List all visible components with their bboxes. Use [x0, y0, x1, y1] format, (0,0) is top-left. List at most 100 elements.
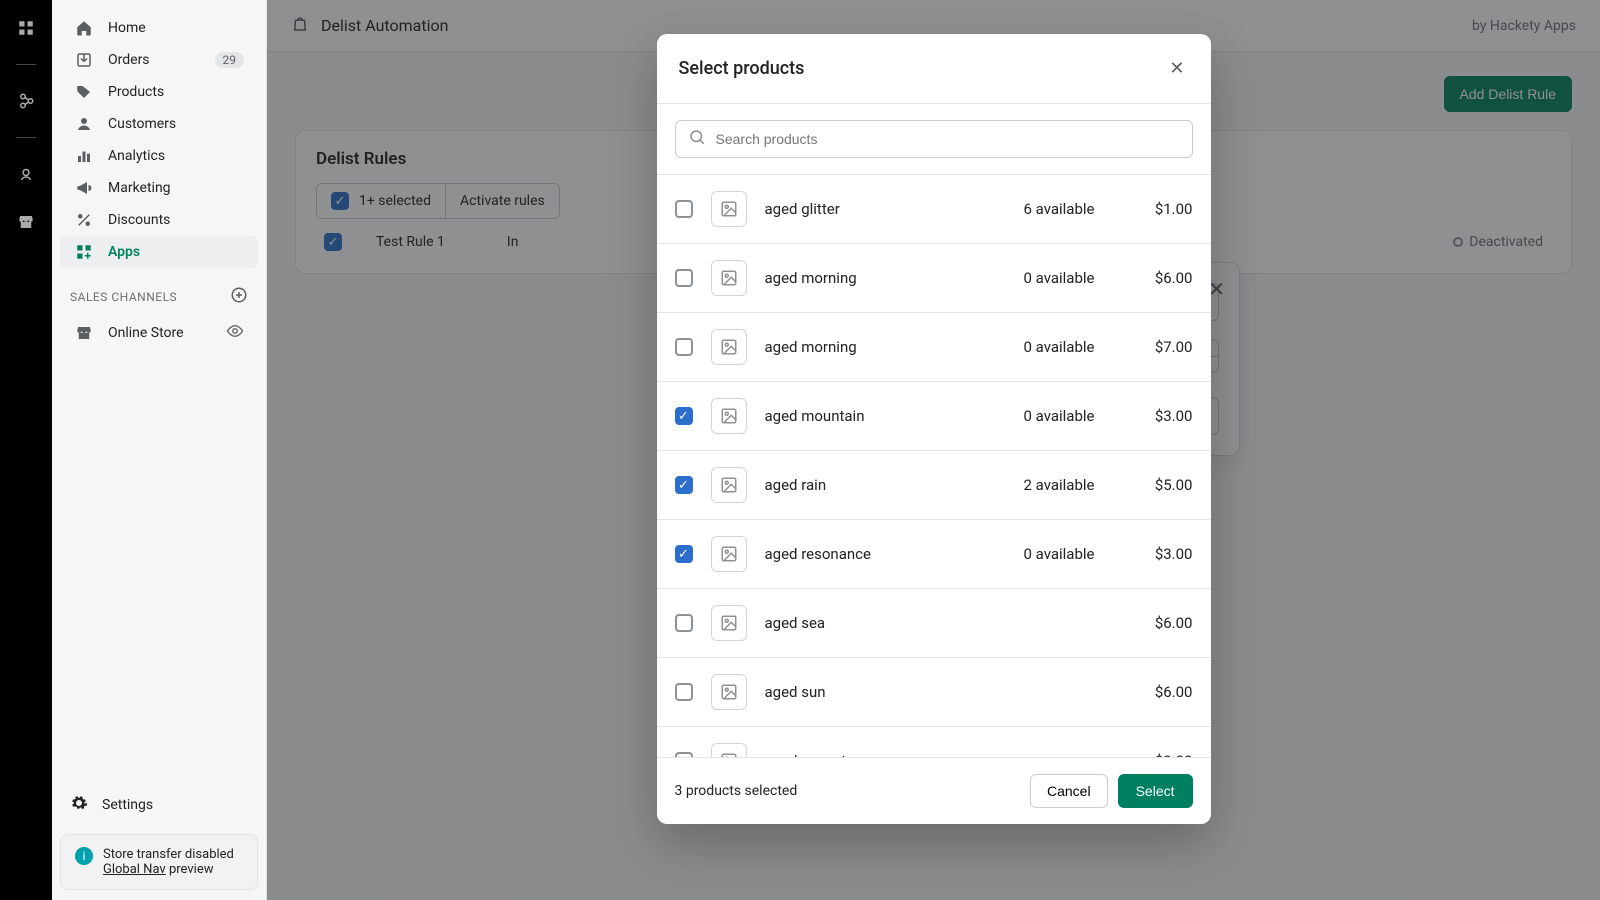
sidebar-item-label: Discounts	[108, 212, 170, 228]
sidebar-item-customers[interactable]: Customers	[60, 108, 258, 140]
tag-icon	[74, 83, 94, 101]
apps-icon	[74, 243, 94, 261]
image-placeholder-icon	[711, 467, 747, 503]
rail-globe-icon[interactable]	[14, 162, 38, 186]
product-list: aged glitter 6 available $1.00 aged morn…	[657, 174, 1211, 757]
sidebar-item-marketing[interactable]: Marketing	[60, 172, 258, 204]
search-products[interactable]	[675, 120, 1193, 158]
rail-grid-icon[interactable]	[14, 16, 38, 40]
megaphone-icon	[74, 179, 94, 197]
product-price: $3.00	[1113, 407, 1193, 425]
product-availability: 0 available	[995, 407, 1095, 425]
rail-store-icon[interactable]	[14, 210, 38, 234]
select-products-modal: Select products ✕ aged glitter 6 availab…	[657, 34, 1211, 824]
product-name: aged resonance	[765, 545, 871, 563]
sidebar-online-store[interactable]: Online Store	[60, 315, 258, 351]
image-placeholder-icon	[711, 398, 747, 434]
info-icon: i	[75, 847, 93, 865]
sidebar-item-label: Orders	[108, 52, 150, 68]
rail-link-icon[interactable]	[14, 89, 38, 113]
sidebar-item-discounts[interactable]: Discounts	[60, 204, 258, 236]
cancel-button[interactable]: Cancel	[1030, 774, 1108, 808]
product-checkbox[interactable]: ✓	[675, 545, 693, 563]
channels-heading: SALES CHANNELS	[52, 268, 266, 315]
product-row[interactable]: aged morning 0 available $6.00	[657, 243, 1211, 312]
product-availability: 0 available	[995, 338, 1095, 356]
product-row[interactable]: aged glitter 6 available $1.00	[657, 174, 1211, 243]
search-icon	[688, 128, 706, 150]
product-checkbox[interactable]: ✓	[675, 476, 693, 494]
modal-overlay[interactable]: Select products ✕ aged glitter 6 availab…	[267, 0, 1600, 900]
product-checkbox[interactable]	[675, 338, 693, 356]
selection-count: 3 products selected	[675, 783, 798, 799]
sidebar-item-label: Apps	[108, 244, 140, 260]
alert-rest: preview	[166, 862, 214, 877]
product-name: aged morning	[765, 338, 857, 356]
transfer-alert: i Store transfer disabled Global Nav pre…	[60, 834, 258, 890]
product-row[interactable]: ✓ aged resonance 0 available $3.00	[657, 519, 1211, 588]
sidebar-item-analytics[interactable]: Analytics	[60, 140, 258, 172]
bars-icon	[74, 147, 94, 165]
sidebar-item-label: Marketing	[108, 180, 171, 196]
sidebar-item-apps[interactable]: Apps	[60, 236, 258, 268]
sidebar-item-label: Analytics	[108, 148, 165, 164]
alert-line1: Store transfer disabled	[103, 847, 234, 862]
product-checkbox[interactable]	[675, 269, 693, 287]
product-availability: 0 available	[995, 545, 1095, 563]
image-placeholder-icon	[711, 536, 747, 572]
product-availability: 0 available	[995, 269, 1095, 287]
product-checkbox[interactable]: ✓	[675, 407, 693, 425]
product-availability: 2 available	[995, 476, 1095, 494]
store-icon	[74, 324, 94, 342]
sidebar-item-label: Online Store	[108, 325, 184, 341]
sidebar-item-label: Home	[108, 20, 146, 36]
product-row[interactable]: ✓ aged mountain 0 available $3.00	[657, 381, 1211, 450]
product-price: $6.00	[1113, 269, 1193, 287]
product-price: $6.00	[1113, 683, 1193, 701]
product-checkbox[interactable]	[675, 200, 693, 218]
sidebar-item-label: Products	[108, 84, 164, 100]
product-checkbox[interactable]	[675, 614, 693, 632]
product-name: aged sun	[765, 683, 826, 701]
product-row[interactable]: ✓ aged rain 2 available $5.00	[657, 450, 1211, 519]
sidebar-settings[interactable]: Settings	[52, 780, 266, 834]
product-row[interactable]: aged sun $6.00	[657, 657, 1211, 726]
view-store-icon[interactable]	[226, 322, 244, 344]
product-row[interactable]: aged sunset $3.00	[657, 726, 1211, 757]
gear-icon	[70, 794, 88, 816]
search-input[interactable]	[716, 131, 1180, 147]
add-channel-icon[interactable]	[230, 286, 248, 307]
select-button[interactable]: Select	[1118, 774, 1193, 808]
rail-divider	[16, 137, 36, 138]
close-icon[interactable]: ✕	[1165, 54, 1188, 83]
product-name: aged morning	[765, 269, 857, 287]
sidebar-item-products[interactable]: Products	[60, 76, 258, 108]
product-checkbox[interactable]	[675, 683, 693, 701]
product-availability: 6 available	[995, 200, 1095, 218]
alert-link[interactable]: Global Nav	[103, 862, 166, 877]
settings-label: Settings	[102, 797, 153, 813]
image-placeholder-icon	[711, 605, 747, 641]
inbox-icon	[74, 51, 94, 69]
sidebar-item-label: Customers	[108, 116, 176, 132]
rail-divider	[16, 64, 36, 65]
person-icon	[74, 115, 94, 133]
channels-title: SALES CHANNELS	[70, 290, 177, 304]
sidebar-item-orders[interactable]: Orders 29	[60, 44, 258, 76]
sidebar: Home Orders 29 Products Customers Analyt…	[52, 0, 267, 900]
sidebar-item-home[interactable]: Home	[60, 12, 258, 44]
image-placeholder-icon	[711, 743, 747, 757]
product-row[interactable]: aged sea $6.00	[657, 588, 1211, 657]
image-placeholder-icon	[711, 674, 747, 710]
image-placeholder-icon	[711, 191, 747, 227]
product-price: $3.00	[1113, 545, 1193, 563]
product-price: $6.00	[1113, 614, 1193, 632]
product-price: $1.00	[1113, 200, 1193, 218]
app-rail	[0, 0, 52, 900]
product-name: aged rain	[765, 476, 827, 494]
product-price: $7.00	[1113, 338, 1193, 356]
image-placeholder-icon	[711, 260, 747, 296]
product-price: $5.00	[1113, 476, 1193, 494]
product-row[interactable]: aged morning 0 available $7.00	[657, 312, 1211, 381]
image-placeholder-icon	[711, 329, 747, 365]
